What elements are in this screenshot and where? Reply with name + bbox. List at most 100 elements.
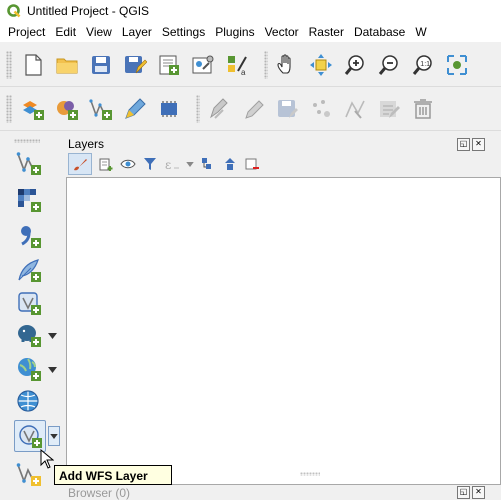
menu-plugins[interactable]: Plugins	[210, 25, 259, 39]
add-point-button[interactable]	[308, 96, 334, 122]
layers-panel: Layers ◱ ✕ ε Browser (0) ◱ ✕	[62, 135, 501, 500]
svg-text:ε: ε	[165, 158, 171, 172]
add-wfs-layer-button[interactable]	[14, 420, 46, 452]
vertex-tool-icon	[345, 100, 365, 119]
expand-all-button[interactable]	[200, 156, 216, 172]
save-edits-button[interactable]	[274, 96, 300, 122]
modify-attributes-button[interactable]	[376, 96, 402, 122]
toolbar-separator	[196, 95, 200, 123]
remove-layer-button[interactable]	[244, 156, 260, 172]
toggle-editing-button[interactable]	[240, 96, 266, 122]
manage-layers-toolbar	[0, 135, 60, 498]
add-delimited-text-layer-button[interactable]	[14, 221, 44, 251]
add-wms-layer-button[interactable]	[14, 354, 44, 384]
menu-raster[interactable]: Raster	[304, 25, 349, 39]
layout-manager-icon	[192, 55, 214, 74]
modify-attributes-icon	[380, 101, 400, 118]
add-wcs-layer-button[interactable]	[14, 387, 44, 417]
toolbar-grip[interactable]	[6, 95, 12, 123]
postgis-dropdown-arrow[interactable]	[48, 332, 57, 340]
feather-icon	[18, 259, 41, 282]
chevron-down-icon	[48, 367, 57, 373]
new-print-layout-button[interactable]	[156, 52, 182, 78]
style-panel-button[interactable]	[68, 153, 92, 175]
new-project-button[interactable]	[20, 52, 46, 78]
tooltip: Add WFS Layer	[54, 465, 172, 485]
filter-expression-button[interactable]: ε	[164, 156, 180, 172]
title-bar: Untitled Project - QGIS	[0, 0, 501, 22]
style-manager-button[interactable]: a	[224, 52, 250, 78]
menu-layer[interactable]: Layer	[117, 25, 157, 39]
layout-manager-button[interactable]	[190, 52, 216, 78]
save-project-button[interactable]	[88, 52, 114, 78]
project-navigation-toolbar: a 1:1	[0, 44, 501, 87]
toolbar-grip[interactable]	[14, 139, 40, 143]
filter-expression-dropdown[interactable]	[186, 156, 194, 172]
menu-bar: Project Edit View Layer Settings Plugins…	[0, 22, 501, 42]
open-project-button[interactable]	[54, 52, 80, 78]
hand-icon	[277, 54, 291, 74]
add-vector-layer-button[interactable]	[14, 148, 44, 178]
menu-settings[interactable]: Settings	[157, 25, 210, 39]
chip-icon	[161, 101, 177, 117]
wfs-dropdown-arrow[interactable]	[48, 426, 60, 446]
processing-button[interactable]	[156, 96, 182, 122]
close-panel-button[interactable]: ✕	[472, 486, 485, 499]
menu-vector[interactable]: Vector	[260, 25, 304, 39]
zoom-native-icon: 1:1	[412, 55, 432, 75]
data-source-manager-button[interactable]	[20, 96, 46, 122]
menu-project[interactable]: Project	[0, 25, 50, 39]
layers-panel-title: Layers	[68, 137, 105, 151]
save-edits-icon	[278, 100, 298, 118]
float-panel-button[interactable]: ◱	[457, 138, 470, 151]
vector-layer-icon	[16, 152, 41, 175]
filter-legend-button[interactable]	[142, 156, 158, 172]
vertex-tool-button[interactable]	[342, 96, 368, 122]
wms-dropdown-arrow[interactable]	[48, 366, 57, 374]
svg-text:1:1: 1:1	[420, 61, 430, 68]
pan-map-button[interactable]	[274, 52, 300, 78]
add-group-button[interactable]	[98, 156, 114, 172]
add-virtual-layer-button[interactable]	[14, 288, 44, 318]
chevron-down-icon	[48, 333, 57, 339]
edits-icon	[210, 98, 228, 119]
add-group-icon	[99, 158, 113, 171]
layers-tree[interactable]	[66, 177, 501, 485]
vector-layer-icon	[89, 99, 112, 120]
float-panel-button[interactable]: ◱	[457, 486, 470, 499]
delete-selected-button[interactable]	[410, 96, 436, 122]
funnel-icon	[144, 158, 156, 170]
add-layer-button[interactable]	[54, 96, 80, 122]
save-as-icon	[125, 56, 147, 74]
menu-view[interactable]: View	[81, 25, 117, 39]
menu-edit[interactable]: Edit	[50, 25, 81, 39]
vector-layer-button[interactable]	[88, 96, 114, 122]
toolbar-grip[interactable]	[6, 51, 12, 79]
globe-icon	[17, 390, 39, 412]
collapse-all-button[interactable]	[222, 156, 238, 172]
style-manager-icon: a	[228, 56, 247, 77]
zoom-full-button[interactable]	[444, 52, 470, 78]
menu-web[interactable]: W	[410, 25, 431, 39]
digitize-button[interactable]	[122, 96, 148, 122]
zoom-in-button[interactable]	[342, 52, 368, 78]
current-edits-button[interactable]	[206, 96, 232, 122]
close-panel-button[interactable]: ✕	[472, 138, 485, 151]
wfs-layer-icon	[19, 425, 42, 448]
pan-to-selection-button[interactable]	[308, 52, 334, 78]
pan-selection-icon	[310, 54, 332, 76]
panel-splitter[interactable]	[300, 472, 320, 476]
save-as-button[interactable]	[122, 52, 148, 78]
menu-database[interactable]: Database	[349, 25, 410, 39]
add-raster-layer-button[interactable]	[14, 185, 44, 215]
window-title: Untitled Project - QGIS	[27, 4, 150, 18]
collapse-all-icon	[225, 158, 235, 170]
layers-panel-controls: ◱ ✕	[457, 138, 485, 151]
zoom-out-button[interactable]	[376, 52, 402, 78]
zoom-native-button[interactable]: 1:1	[410, 52, 436, 78]
zoom-out-icon	[378, 55, 398, 75]
globe-icon	[18, 358, 41, 381]
add-postgis-layer-button[interactable]	[14, 320, 44, 350]
manage-visibility-button[interactable]	[120, 156, 136, 172]
add-spatialite-layer-button[interactable]	[14, 255, 44, 285]
